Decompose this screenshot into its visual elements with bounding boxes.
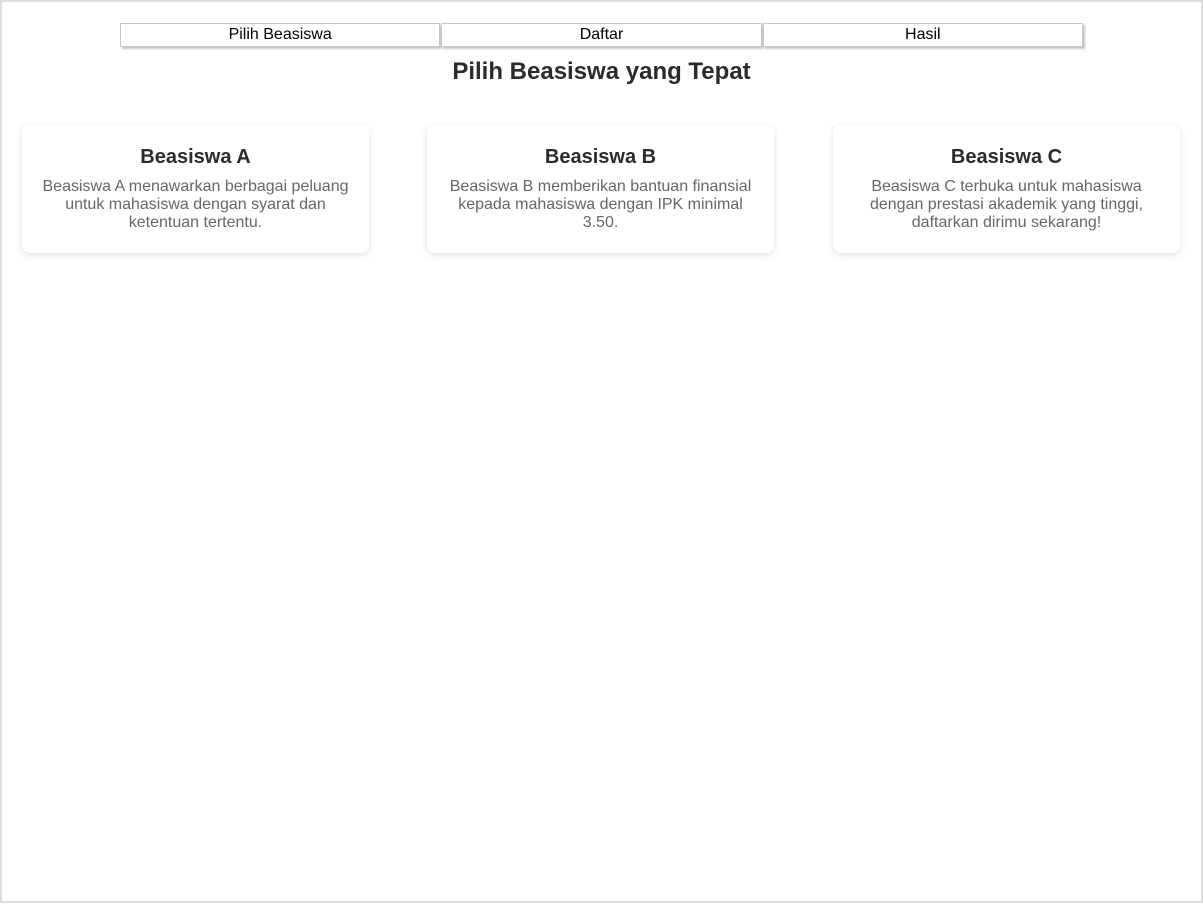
scholarship-card-c[interactable]: Beasiswa C Beasiswa C terbuka untuk maha… bbox=[833, 125, 1180, 253]
card-description: Beasiswa C terbuka untuk mahasiswa denga… bbox=[869, 178, 1144, 231]
card-description: Beasiswa A menawarkan berbagai peluang u… bbox=[42, 178, 349, 231]
scholarship-card-a[interactable]: Beasiswa A Beasiswa A menawarkan berbaga… bbox=[22, 125, 369, 253]
card-title: Beasiswa C bbox=[950, 146, 1063, 168]
scholarship-card-b[interactable]: Beasiswa B Beasiswa B memberikan bantuan… bbox=[427, 125, 774, 253]
nav-tabs: Pilih Beasiswa Daftar Hasil bbox=[120, 23, 1083, 47]
card-description: Beasiswa B memberikan bantuan finansial … bbox=[449, 178, 752, 231]
tab-daftar[interactable]: Daftar bbox=[441, 23, 762, 47]
tab-pilih-beasiswa[interactable]: Pilih Beasiswa bbox=[120, 23, 441, 47]
tab-hasil[interactable]: Hasil bbox=[762, 23, 1083, 47]
card-title: Beasiswa B bbox=[544, 146, 657, 168]
card-title: Beasiswa A bbox=[140, 146, 251, 168]
page-title: Pilih Beasiswa yang Tepat bbox=[452, 58, 751, 85]
